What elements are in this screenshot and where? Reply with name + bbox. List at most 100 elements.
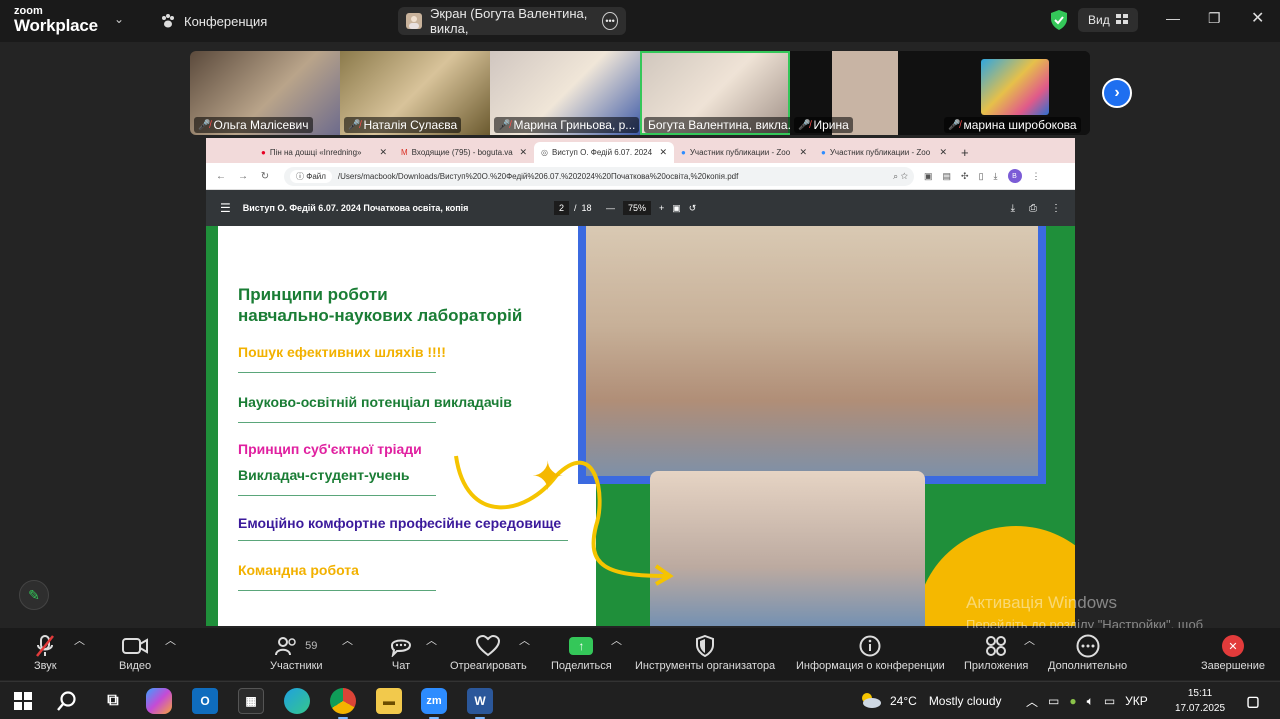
close-icon[interactable]: ✕ — [799, 147, 807, 158]
download-icon[interactable]: ⤓ — [994, 171, 998, 182]
clock[interactable]: 15:11 17.07.2025 — [1174, 686, 1226, 716]
menu-icon[interactable]: ⋮ — [1032, 171, 1041, 182]
chevron-down-icon[interactable]: ⌄ — [114, 12, 124, 26]
chat-button[interactable]: Чат — [390, 632, 412, 672]
video-button[interactable]: Видео — [119, 632, 151, 672]
apps-button[interactable]: Приложения — [964, 632, 1028, 672]
browser-tab[interactable]: ● Участник публикации - Zoo ✕ — [674, 142, 814, 163]
rotate-icon[interactable]: ↺ — [689, 203, 697, 214]
more-button[interactable]: Дополнительно — [1048, 632, 1127, 672]
meet-now-icon[interactable]: ▭ — [1048, 694, 1059, 708]
react-button[interactable]: Отреагировать — [450, 632, 527, 672]
shield-icon[interactable] — [1049, 9, 1069, 36]
extension-icon[interactable]: ▤ — [943, 171, 952, 182]
reload-icon[interactable]: ↻ — [254, 171, 276, 182]
video-tile[interactable]: 🎤̸ Ольга Малісевич — [190, 51, 340, 135]
video-tile[interactable]: 🎤̸ Марина Гриньова, р... — [490, 51, 640, 135]
participants-button[interactable]: 59 Участники — [270, 632, 323, 672]
audio-options-caret-icon[interactable]: ︿ — [74, 632, 85, 648]
hamburger-menu-icon[interactable]: ☰ — [220, 201, 231, 215]
chat-icon — [390, 632, 412, 660]
file-chip: ⓘ Файл — [290, 169, 332, 183]
video-tile[interactable]: 🎤̸ Наталія Сулаєва — [340, 51, 490, 135]
chrome-icon[interactable] — [330, 688, 356, 719]
task-view-icon[interactable]: ⧉ — [100, 688, 126, 714]
next-page-button[interactable]: › — [1102, 78, 1132, 108]
more-label: Дополнительно — [1048, 660, 1128, 672]
more-icon[interactable]: ••• — [602, 12, 618, 30]
weather-widget[interactable]: 24°C Mostly cloudy — [858, 682, 1002, 719]
close-icon[interactable]: ✕ — [939, 147, 947, 158]
title-bar: zoom Workplace ⌄ Конференция Экран (Богу… — [0, 0, 1280, 42]
page-number-input[interactable]: 2 — [554, 201, 570, 215]
meeting-info-button[interactable]: Информация о конференции — [796, 632, 945, 672]
browser-tab[interactable]: ● Участник публикации - Zoo ✕ — [814, 142, 954, 163]
app-tray-icon[interactable]: ● — [1069, 694, 1076, 708]
restore-icon[interactable]: ❐ — [1208, 10, 1221, 27]
back-icon[interactable]: ← — [210, 171, 232, 182]
browser-tab-active[interactable]: ◎ Виступ О. Федій 6.07. 2024 ✕ — [534, 142, 674, 163]
chat-options-caret-icon[interactable]: ︿ — [426, 632, 437, 648]
word-icon[interactable]: W — [467, 688, 493, 719]
sidebar-icon[interactable]: ▯ — [979, 171, 984, 182]
host-tools-button[interactable]: Инструменты организатора — [635, 632, 775, 672]
minimize-icon[interactable]: — — [1166, 10, 1180, 26]
browser-tab[interactable]: M Входящие (795) - boguta.va ✕ — [394, 142, 534, 163]
forward-icon[interactable]: → — [232, 171, 254, 182]
video-tile-active-speaker[interactable]: Богута Валентина, викла... — [640, 51, 790, 135]
notification-icon[interactable]: ▢ — [1240, 688, 1266, 714]
outlook-icon[interactable]: O — [192, 688, 218, 714]
search-icon[interactable] — [54, 688, 80, 714]
tab-conference[interactable]: Конференция — [160, 7, 267, 35]
url-input[interactable]: ⓘ Файл /Users/macbook/Downloads/Виступ%2… — [284, 166, 914, 186]
chevron-right-icon: › — [1114, 84, 1120, 101]
extension-icon[interactable]: ▣ — [924, 171, 933, 182]
network-icon[interactable]: ▭ — [1104, 694, 1115, 708]
share-button[interactable]: ↑ Поделиться — [551, 632, 612, 672]
close-icon[interactable]: ✕ — [379, 147, 387, 158]
apps-options-caret-icon[interactable]: ︿ — [1024, 632, 1035, 648]
edge-icon[interactable] — [284, 688, 310, 714]
tab-screen-share[interactable]: Экран (Богута Валентина, викла, ••• — [398, 6, 626, 36]
chat-label: Чат — [391, 660, 411, 672]
browser-tab[interactable]: ● Пін на дошці «Inredning» ✕ — [254, 142, 394, 163]
video-tile[interactable]: 🎤̸ марина широбокова — [940, 51, 1090, 135]
close-icon[interactable]: ✕ — [659, 147, 667, 158]
zoom-taskbar-icon[interactable]: zm — [421, 688, 447, 719]
video-tile[interactable]: 🎤̸ Ирина — [790, 51, 940, 135]
store-icon[interactable]: ▦ — [238, 688, 264, 714]
slide-title-line2: навчально-наукових лабораторій — [238, 306, 523, 325]
zoom-lens-icon[interactable]: ⌕ ☆ — [893, 171, 908, 182]
volume-icon[interactable]: 🔈︎ — [1087, 694, 1094, 709]
share-options-caret-icon[interactable]: ︿ — [611, 632, 622, 648]
mic-off-icon: 🎤̸ — [198, 119, 211, 131]
view-button[interactable]: Вид — [1078, 8, 1138, 32]
windows-start-icon[interactable] — [10, 688, 36, 714]
fit-page-icon[interactable]: ▣ — [672, 203, 681, 214]
participants-options-caret-icon[interactable]: ︿ — [342, 632, 353, 648]
close-icon[interactable]: ✕ — [519, 147, 527, 158]
copilot-icon[interactable] — [146, 688, 172, 714]
puzzle-icon[interactable]: ✣ — [961, 171, 969, 182]
print-icon[interactable]: ⎙ — [1029, 203, 1037, 214]
zoom-in-icon[interactable]: + — [659, 203, 664, 213]
more-vertical-icon[interactable]: ⋮ — [1051, 203, 1061, 214]
chevron-up-icon[interactable]: ︿ — [1026, 693, 1038, 710]
audio-button[interactable]: Звук — [34, 632, 57, 672]
browser-tab-label: Виступ О. Федій 6.07. 2024 — [551, 148, 653, 157]
participant-name: Ольга Малісевич — [213, 118, 309, 132]
zoom-out-icon[interactable]: — — [606, 203, 615, 213]
language-indicator[interactable]: УКР — [1125, 694, 1148, 708]
profile-avatar[interactable]: B — [1007, 169, 1022, 183]
close-icon[interactable]: ✕ — [1251, 8, 1264, 28]
info-icon — [859, 632, 881, 660]
new-tab-button[interactable]: + — [954, 142, 978, 163]
end-meeting-button[interactable]: ✕ Завершение — [1201, 632, 1265, 672]
annotate-button[interactable]: ✎ — [19, 580, 49, 610]
file-explorer-icon[interactable]: ▬ — [376, 688, 402, 714]
video-options-caret-icon[interactable]: ︿ — [165, 632, 176, 648]
react-options-caret-icon[interactable]: ︿ — [519, 632, 530, 648]
share-arrow-icon: ↑ — [569, 637, 594, 655]
zoom-level[interactable]: 75% — [623, 201, 652, 215]
download-icon[interactable]: ⤓ — [1011, 203, 1015, 214]
